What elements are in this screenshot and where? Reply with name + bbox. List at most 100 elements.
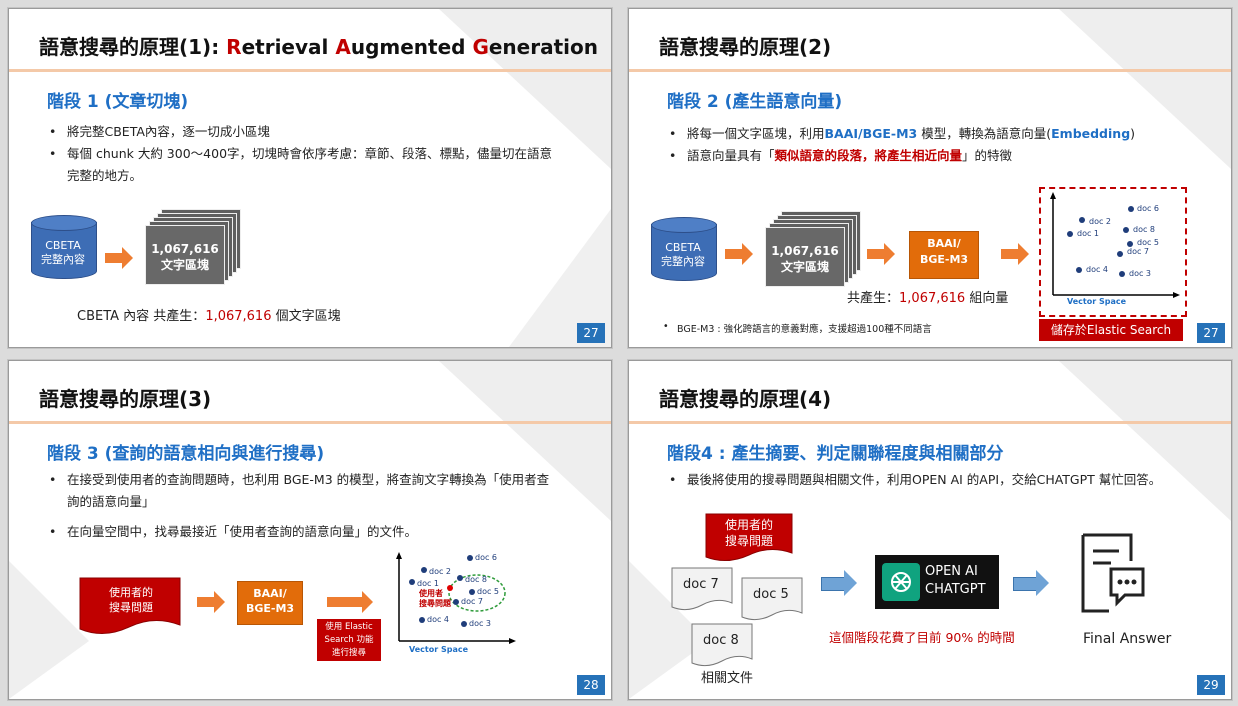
title-divider bbox=[9, 69, 611, 72]
title-divider bbox=[629, 69, 1231, 72]
doc-label: doc 3 bbox=[1129, 269, 1152, 278]
doc-label: doc 6 bbox=[475, 553, 498, 562]
bullet-item: 將每一個文字區塊，利用BAAI/BGE-M3 模型，轉換為語意向量(Embedd… bbox=[667, 123, 1217, 145]
time-note: 這個階段花費了目前 90% 的時間 bbox=[829, 630, 1015, 645]
arrow-icon bbox=[725, 243, 753, 265]
bullet-list: 在接受到使用者的查詢問題時，也利用 BGE-M3 的模型，將查詢文字轉換為「使用… bbox=[47, 469, 557, 543]
doc-point bbox=[453, 599, 459, 605]
slide-27-b: 語意搜尋的原理(2) 階段 2 (產生語意向量) 將每一個文字區塊，利用BAAI… bbox=[628, 8, 1232, 348]
doc-label: doc 5 bbox=[477, 587, 500, 596]
vector-space-panel: doc 6 doc 2 doc 1 doc 8 doc 5 doc 7 doc … bbox=[1039, 187, 1187, 317]
doc-label: doc 3 bbox=[469, 619, 492, 628]
doc-label: doc 6 bbox=[1137, 204, 1160, 213]
model-note: • BGE-M3 : 強化跨語言的意義對應，支援超過100種不同語言 bbox=[663, 321, 932, 335]
doc-point bbox=[419, 617, 425, 623]
arrow-icon bbox=[105, 247, 133, 269]
doc-point bbox=[457, 575, 463, 581]
title-divider bbox=[9, 421, 611, 424]
cbeta-label: CBETA 完整內容 bbox=[41, 239, 85, 266]
final-answer-label: Final Answer bbox=[1083, 631, 1172, 647]
chunk-count: 1,067,616 bbox=[771, 244, 839, 258]
arrow-icon bbox=[327, 591, 373, 613]
openai-logo-icon bbox=[882, 563, 920, 601]
doc-point bbox=[1119, 271, 1125, 277]
doc-point bbox=[421, 567, 427, 573]
bullet-list: 最後將使用的搜尋問題與相關文件，利用OPEN AI 的API，交給CHATGPT… bbox=[667, 469, 1177, 491]
page-number: 27 bbox=[577, 323, 605, 343]
chunk-label: 文字區塊 bbox=[780, 260, 829, 274]
stage-heading: 階段4 : 產生摘要、判定關聯程度與相關部分 bbox=[667, 444, 1004, 464]
final-answer-icon bbox=[1081, 533, 1145, 613]
bge-m3-model-box: BAAI/ BGE-M3 bbox=[237, 581, 303, 625]
doc-label: doc 2 bbox=[429, 567, 452, 576]
doc-point bbox=[409, 579, 415, 585]
slide-title: 語意搜尋的原理(2) bbox=[659, 35, 832, 59]
bge-m3-model-box: BAAI/ BGE-M3 bbox=[909, 231, 979, 279]
doc-point bbox=[1076, 267, 1082, 273]
slide-28: 語意搜尋的原理(3) 階段 3 (查詢的語意相向與進行搜尋) 在接受到使用者的查… bbox=[8, 360, 612, 700]
doc-label: doc 8 bbox=[1133, 225, 1156, 234]
doc-card-label: doc 7 bbox=[683, 577, 719, 592]
slide-29: 語意搜尋的原理(4) 階段4 : 產生摘要、判定關聯程度與相關部分 最後將使用的… bbox=[628, 360, 1232, 700]
doc-label: doc 4 bbox=[427, 615, 450, 624]
page-number: 28 bbox=[577, 675, 605, 695]
doc-label: doc 2 bbox=[1089, 217, 1112, 226]
bullet-item: 語意向量具有「類似語意的段落，將產生相近向量」的特徵 bbox=[667, 145, 1217, 167]
vector-space-label: Vector Space bbox=[1067, 297, 1127, 306]
vector-space-panel: doc 6 doc 2 doc 1 doc 8 doc 5 doc 7 doc … bbox=[389, 551, 519, 661]
doc-label: doc 7 bbox=[1127, 247, 1150, 256]
bullet-item: 最後將使用的搜尋問題與相關文件，利用OPEN AI 的API，交給CHATGPT… bbox=[667, 469, 1177, 491]
page-number: 29 bbox=[1197, 675, 1225, 695]
arrow-icon bbox=[867, 243, 895, 265]
doc-label: doc 1 bbox=[417, 579, 440, 588]
slide-title: 語意搜尋的原理(3) bbox=[39, 387, 212, 411]
doc-label: doc 5 bbox=[1137, 238, 1160, 247]
doc-card-label: doc 5 bbox=[753, 587, 789, 602]
doc-label: doc 7 bbox=[461, 597, 484, 606]
openai-chatgpt-box: OPEN AI CHATGPT bbox=[875, 555, 999, 609]
bullet-list: 將每一個文字區塊，利用BAAI/BGE-M3 模型，轉換為語意向量(Embedd… bbox=[667, 123, 1217, 167]
doc-label: doc 4 bbox=[1086, 265, 1109, 274]
stage-heading: 階段 3 (查詢的語意相向與進行搜尋) bbox=[47, 444, 325, 464]
elastic-search-badge: 儲存於Elastic Search bbox=[1039, 319, 1183, 341]
slide-27: 語意搜尋的原理(1): Retrieval Augmented Generati… bbox=[8, 8, 612, 348]
doc-point bbox=[461, 621, 467, 627]
bullet-item: 在接受到使用者的查詢問題時，也利用 BGE-M3 的模型，將查詢文字轉換為「使用… bbox=[47, 469, 557, 513]
query-label: 使用者的 搜尋問題 bbox=[109, 586, 153, 614]
doc-point bbox=[1123, 227, 1129, 233]
arrow-icon bbox=[1001, 243, 1029, 265]
bullet-item: 在向量空間中，找尋最接近「使用者查詢的語意向量」的文件。 bbox=[47, 521, 557, 543]
slide-title: 語意搜尋的原理(4) bbox=[659, 387, 832, 411]
stage-heading: 階段 1 (文章切塊) bbox=[47, 92, 189, 112]
doc-point bbox=[1079, 217, 1085, 223]
chunks-stack-icon: 1,067,616 文字區塊 bbox=[145, 209, 241, 285]
related-docs-label: 相關文件 bbox=[701, 671, 754, 686]
cbeta-database-icon: CBETA 完整內容 bbox=[651, 217, 717, 287]
title-divider bbox=[629, 421, 1231, 424]
bullet-item: 每個 chunk 大約 300～400字，切塊時會依序考慮：章節、段落、標點，儘… bbox=[47, 143, 557, 187]
chunk-count: 1,067,616 bbox=[151, 242, 219, 256]
doc-point bbox=[1128, 206, 1134, 212]
doc-label: doc 1 bbox=[1077, 229, 1100, 238]
query-label: 使用者的 搜尋問題 bbox=[724, 518, 773, 548]
arrow-icon bbox=[197, 591, 225, 613]
query-point-label: 使用者 搜尋問題 bbox=[419, 589, 451, 608]
chunk-label: 文字區塊 bbox=[160, 258, 209, 272]
arrow-icon bbox=[1013, 570, 1049, 596]
summary-text: CBETA 內容 共產生：1,067,616 個文字區塊 bbox=[77, 309, 341, 324]
openai-label: OPEN AI CHATGPT bbox=[925, 564, 986, 597]
arrow-icon bbox=[821, 570, 857, 596]
chunks-stack-icon: 1,067,616 文字區塊 bbox=[765, 211, 861, 287]
doc-point bbox=[467, 555, 473, 561]
bullet-item: 將完整CBETA內容，逐一切成小區塊 bbox=[47, 121, 557, 143]
cbeta-database-icon: CBETA 完整內容 bbox=[31, 215, 97, 285]
bullet-list: 將完整CBETA內容，逐一切成小區塊 每個 chunk 大約 300～400字，… bbox=[47, 121, 557, 187]
doc-card-label: doc 8 bbox=[703, 633, 739, 648]
vector-space-label: Vector Space bbox=[409, 645, 469, 654]
slide-title: 語意搜尋的原理(1): Retrieval Augmented Generati… bbox=[39, 35, 598, 59]
doc-point bbox=[1067, 231, 1073, 237]
summary-text: 共產生：1,067,616 組向量 bbox=[847, 291, 1009, 306]
doc-point bbox=[1117, 251, 1123, 257]
doc-label: doc 8 bbox=[465, 575, 488, 584]
doc-point bbox=[469, 589, 475, 595]
